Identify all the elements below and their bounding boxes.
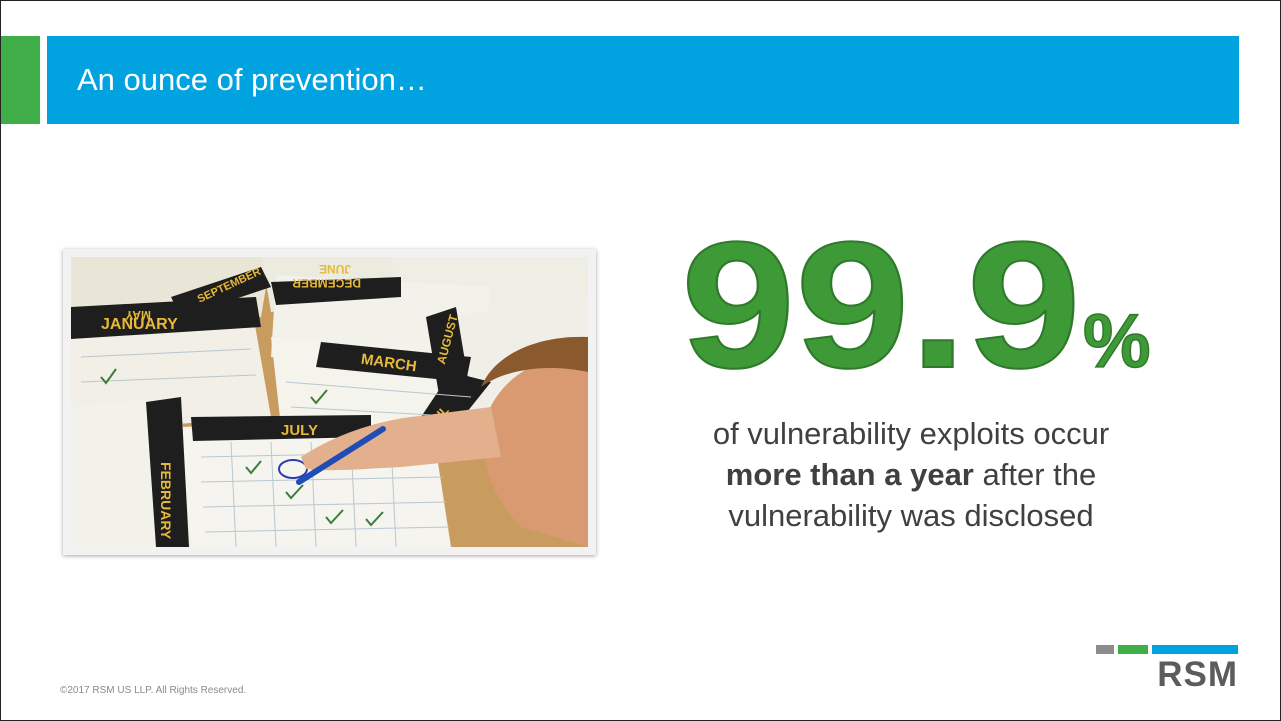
logo-gray-bar (1096, 645, 1114, 654)
svg-text:JUNE: JUNE (319, 262, 351, 276)
rsm-logo: RSM (1096, 645, 1238, 694)
logo-text: RSM (1157, 655, 1238, 694)
svg-text:FEBRUARY: FEBRUARY (158, 462, 174, 540)
description-after-bold: after the (973, 457, 1097, 492)
logo-green-bar (1118, 645, 1148, 654)
stat-unit: % (1083, 299, 1151, 384)
svg-text:DECEMBER: DECEMBER (292, 276, 361, 290)
description-bold-phrase: more than a year (725, 457, 974, 492)
statistic-description: of vulnerability exploits occur more tha… (651, 413, 1171, 536)
title-bar: An ounce of prevention… (47, 36, 1239, 124)
green-accent-bar (1, 36, 40, 124)
statistic-99-9-percent: 99.9 % (641, 219, 1201, 394)
copyright-notice: ©2017 RSM US LLP. All Rights Reserved. (60, 685, 247, 696)
slide-title: An ounce of prevention… (77, 62, 427, 97)
description-line-3: vulnerability was disclosed (728, 498, 1094, 533)
svg-text:MAY: MAY (125, 308, 151, 322)
description-line-1: of vulnerability exploits occur (712, 416, 1110, 451)
slide: An ounce of prevention… JANUARY MAY SEPT… (0, 0, 1281, 721)
stat-number: 99.9 (681, 219, 1081, 394)
svg-text:JULY: JULY (281, 422, 318, 439)
calendar-photo-image: JANUARY MAY SEPTEMBER DECEMBER JUNE MARC… (71, 257, 588, 547)
calendar-photo: JANUARY MAY SEPTEMBER DECEMBER JUNE MARC… (63, 249, 596, 555)
logo-blue-bar (1152, 645, 1238, 654)
